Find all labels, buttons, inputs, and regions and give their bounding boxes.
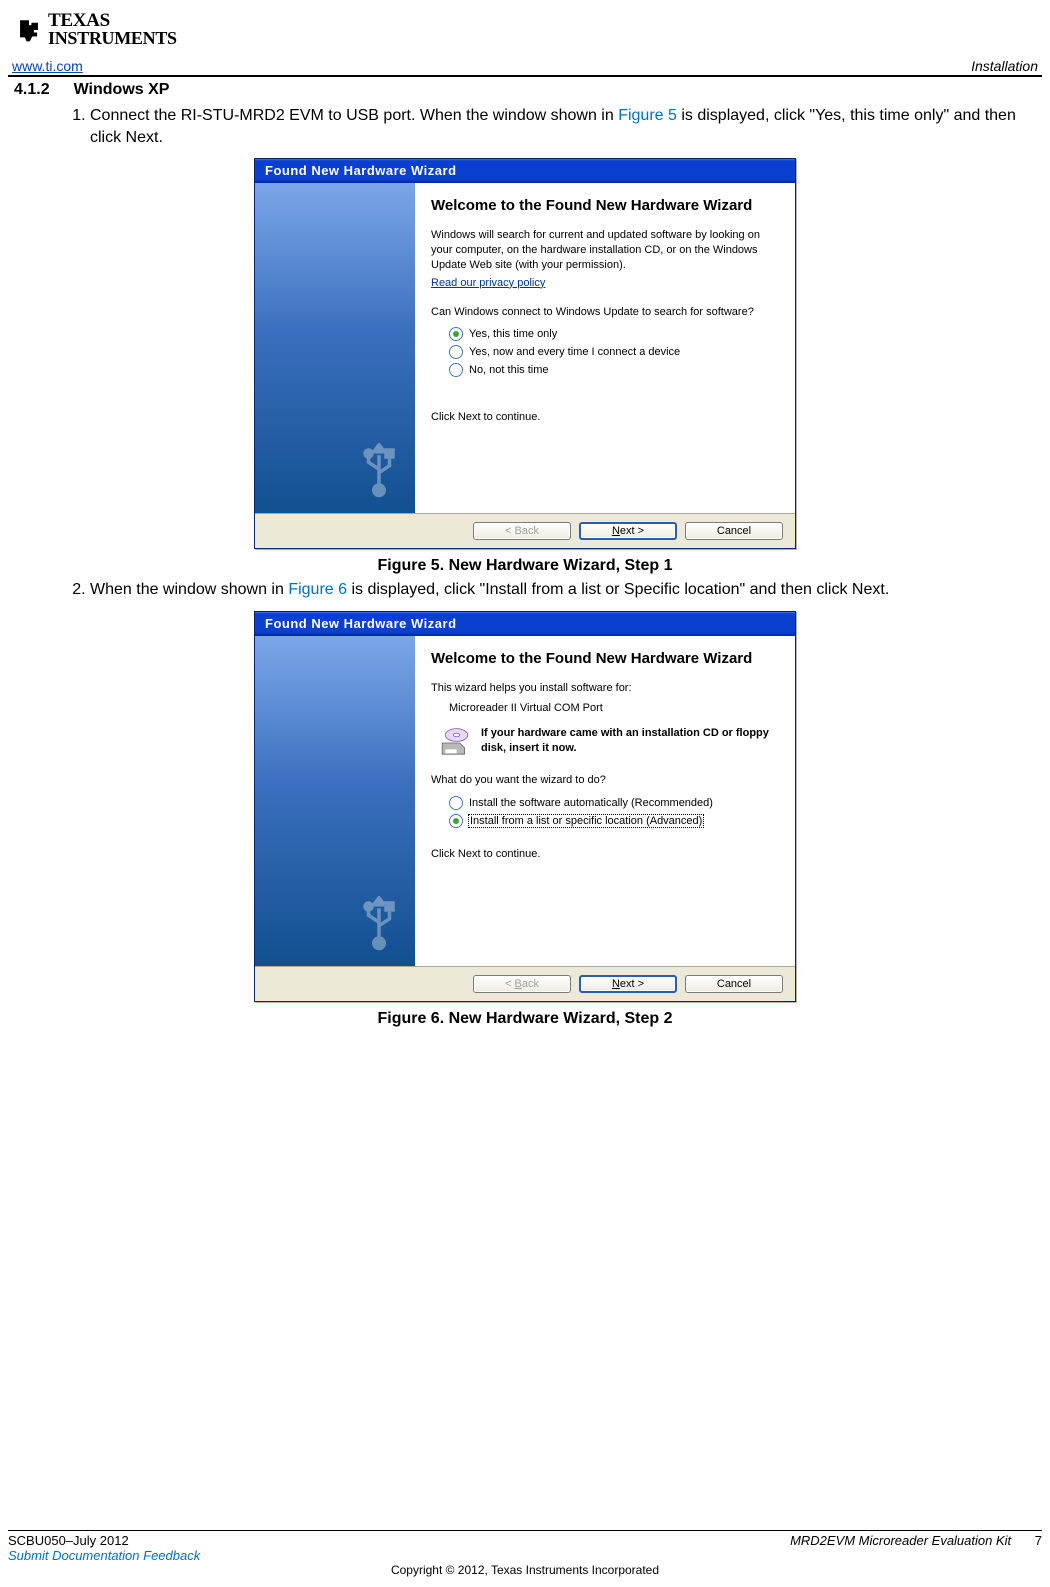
- cancel-button[interactable]: Cancel: [685, 522, 783, 540]
- usb-icon: [351, 443, 407, 499]
- radio-label: Install from a list or specific location…: [469, 815, 703, 827]
- radio-yes-always[interactable]: Yes, now and every time I connect a devi…: [449, 345, 777, 359]
- wizard2-radio-group: Install the software automatically (Reco…: [449, 796, 777, 828]
- usb-icon: [351, 896, 407, 952]
- section-breadcrumb: Installation: [971, 58, 1038, 74]
- wizard2-titlebar: Found New Hardware Wizard: [255, 612, 795, 636]
- radio-icon: [449, 327, 463, 341]
- figure-5-caption: Figure 5. New Hardware Wizard, Step 1: [14, 557, 1036, 575]
- doc-name: MRD2EVM Microreader Evaluation Kit: [790, 1533, 1011, 1548]
- wizard1-para: Windows will search for current and upda…: [431, 228, 777, 273]
- step-1: Connect the RI-STU-MRD2 EVM to USB port.…: [90, 105, 1036, 148]
- radio-label: Yes, now and every time I connect a devi…: [469, 346, 680, 358]
- wizard2-buttons: < Back Next > Cancel: [255, 966, 795, 1001]
- next-hotkey: N: [612, 978, 620, 990]
- page-footer: SCBU050–July 2012 Submit Documentation F…: [8, 1530, 1042, 1577]
- page-header: www.ti.com Installation: [8, 58, 1042, 77]
- radio-icon: [449, 345, 463, 359]
- privacy-link[interactable]: Read our privacy policy: [431, 277, 545, 289]
- figure-6-ref[interactable]: Figure 6: [288, 581, 347, 598]
- next-button[interactable]: Next >: [579, 522, 677, 540]
- radio-icon: [449, 363, 463, 377]
- ti-logo-text: TEXAS INSTRUMENTS: [48, 12, 177, 48]
- wizard1-heading: Welcome to the Found New Hardware Wizard: [431, 197, 777, 216]
- radio-install-auto[interactable]: Install the software automatically (Reco…: [449, 796, 777, 810]
- step1-text-pre: Connect the RI-STU-MRD2 EVM to USB port.…: [90, 107, 618, 124]
- back-button: < Back: [473, 975, 571, 993]
- steps-list: Connect the RI-STU-MRD2 EVM to USB port.…: [54, 105, 1036, 148]
- radio-icon: [449, 814, 463, 828]
- radio-no[interactable]: No, not this time: [449, 363, 777, 377]
- next-rest: ext >: [620, 978, 644, 990]
- doc-number: SCBU050–July 2012: [8, 1533, 129, 1548]
- figure-5-ref[interactable]: Figure 5: [618, 107, 677, 124]
- back-hotkey: B: [515, 978, 522, 990]
- page-number: 7: [1035, 1533, 1042, 1548]
- cd-icon: [439, 727, 471, 755]
- next-rest: ext >: [620, 525, 644, 537]
- cd-hint-row: If your hardware came with an installati…: [439, 726, 777, 755]
- ti-logo-line2: INSTRUMENTS: [48, 28, 177, 48]
- cancel-button[interactable]: Cancel: [685, 975, 783, 993]
- figure-5: Found New Hardware Wizard Welcome to the…: [14, 158, 1036, 575]
- wizard1-question: Can Windows connect to Windows Update to…: [431, 305, 777, 320]
- wizard2-question: What do you want the wizard to do?: [431, 773, 777, 788]
- wizard2-heading: Welcome to the Found New Hardware Wizard: [431, 650, 777, 669]
- back-post: ack: [522, 978, 539, 990]
- copyright: Copyright © 2012, Texas Instruments Inco…: [8, 1563, 1042, 1577]
- wizard-dialog-2: Found New Hardware Wizard Welcome to the…: [254, 611, 796, 1002]
- next-button[interactable]: Next >: [579, 975, 677, 993]
- section-title: Windows XP: [74, 81, 170, 98]
- wizard2-sidebar: [255, 636, 415, 966]
- section-number: 4.1.2: [14, 81, 50, 98]
- radio-label: Install the software automatically (Reco…: [469, 797, 713, 809]
- step2-text-pre: When the window shown in: [90, 581, 288, 598]
- wizard1-titlebar: Found New Hardware Wizard: [255, 159, 795, 183]
- radio-icon: [449, 796, 463, 810]
- radio-label: No, not this time: [469, 364, 548, 376]
- radio-yes-once[interactable]: Yes, this time only: [449, 327, 777, 341]
- cd-hint-text: If your hardware came with an installati…: [481, 726, 777, 755]
- ti-logo: TEXAS INSTRUMENTS: [8, 8, 1042, 58]
- wizard1-radio-group: Yes, this time only Yes, now and every t…: [449, 327, 777, 377]
- back-button: < Back: [473, 522, 571, 540]
- site-link[interactable]: www.ti.com: [12, 58, 83, 74]
- wizard1-continue: Click Next to continue.: [431, 411, 777, 423]
- feedback-link[interactable]: Submit Documentation Feedback: [8, 1548, 200, 1563]
- wizard1-buttons: < Back Next > Cancel: [255, 513, 795, 548]
- figure-6-caption: Figure 6. New Hardware Wizard, Step 2: [14, 1010, 1036, 1028]
- next-hotkey: N: [612, 525, 620, 537]
- back-pre: <: [505, 978, 514, 990]
- wizard2-intro: This wizard helps you install software f…: [431, 681, 777, 696]
- radio-label: Yes, this time only: [469, 328, 557, 340]
- ti-chip-icon: [16, 17, 42, 43]
- steps-list-cont: When the window shown in Figure 6 is dis…: [54, 579, 1036, 601]
- figure-6: Found New Hardware Wizard Welcome to the…: [14, 611, 1036, 1028]
- wizard-dialog-1: Found New Hardware Wizard Welcome to the…: [254, 158, 796, 549]
- radio-install-list[interactable]: Install from a list or specific location…: [449, 814, 777, 828]
- step-2: When the window shown in Figure 6 is dis…: [90, 579, 1036, 601]
- wizard2-continue: Click Next to continue.: [431, 848, 777, 860]
- wizard1-sidebar: [255, 183, 415, 513]
- wizard2-device: Microreader II Virtual COM Port: [449, 701, 777, 716]
- step2-text-post: is displayed, click "Install from a list…: [347, 581, 889, 598]
- section-heading: 4.1.2 Windows XP: [14, 77, 1036, 105]
